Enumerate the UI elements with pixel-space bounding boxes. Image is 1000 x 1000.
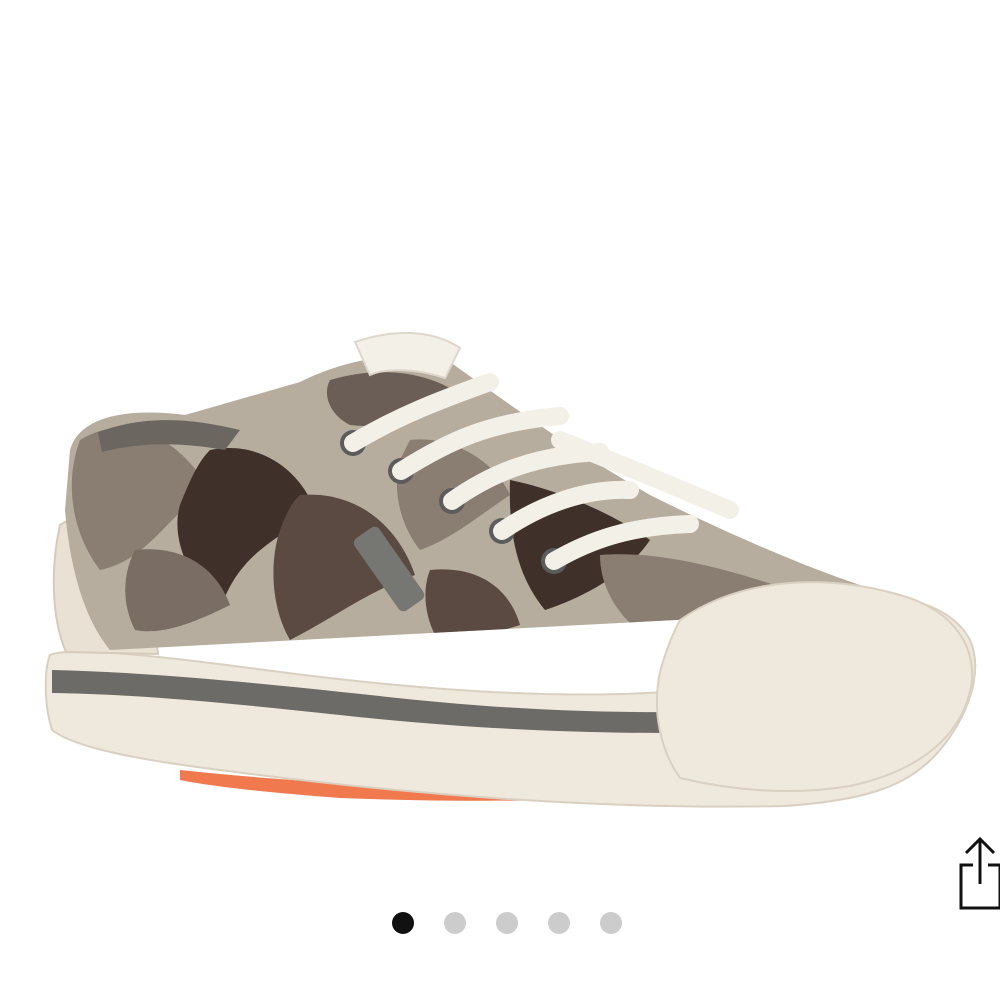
share-button[interactable] [956, 826, 1000, 912]
image-pager [392, 911, 632, 935]
shoe-tongue [353, 331, 462, 380]
pager-dot-3[interactable] [496, 912, 518, 934]
pager-dot-1[interactable] [392, 912, 414, 934]
product-image[interactable] [40, 320, 980, 820]
share-icon [959, 836, 1000, 910]
pager-dot-5[interactable] [600, 912, 622, 934]
pager-dot-4[interactable] [548, 912, 570, 934]
pager-dot-2[interactable] [444, 912, 466, 934]
product-gallery-screen [0, 0, 1000, 1000]
